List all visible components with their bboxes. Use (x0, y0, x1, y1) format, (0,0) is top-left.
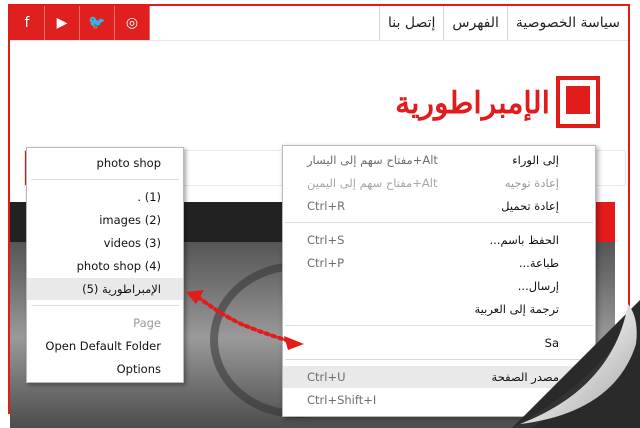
shortcut-text: Ctrl+U (307, 370, 346, 384)
menu-item-send[interactable]: إرسال... (283, 275, 595, 297)
menu-item-forward[interactable]: مفتاح سهم إلى اليمين+Alt إعادة توجيه (283, 172, 595, 194)
menu-item-page: Page (133, 316, 161, 330)
shortcut-text: مفتاح سهم إلى اليمين+Alt (307, 176, 438, 190)
shortcut-text: Ctrl+Shift+I (307, 393, 377, 407)
red-border-right (628, 4, 630, 334)
menu-separator (31, 179, 179, 180)
shortcut-text: Ctrl+S (307, 233, 345, 247)
menu-item-options[interactable]: Options (27, 358, 183, 380)
top-nav: سياسة الخصوصية الفهرس إتصل بنا (379, 6, 628, 40)
shortcut-text: مفتاح سهم إلى اليسار+Alt (307, 153, 438, 167)
save-folder-menu: photo shop . (1) images (2) videos (3) p… (26, 147, 184, 383)
nav-item-index[interactable]: الفهرس (443, 6, 507, 40)
menu-item-back[interactable]: مفتاح سهم إلى اليسار+Alt إلى الوراء (283, 149, 595, 171)
nav-item-contact[interactable]: إتصل بنا (379, 6, 443, 40)
web-page: f ▶ 🐦 ◎ سياسة الخصوصية الفهرس إتصل بنا ا… (0, 0, 640, 428)
menu-item-save-as[interactable]: Ctrl+S الحفظ باسم... (283, 229, 595, 251)
shortcut-text: Ctrl+R (307, 199, 346, 213)
youtube-icon[interactable]: ▶ (45, 6, 80, 40)
shortcut-text: Ctrl+P (307, 256, 345, 270)
menu-item-folder-1[interactable]: . (1) (27, 186, 183, 208)
menu-item-label: طباعة... (518, 256, 559, 270)
social-links: f ▶ 🐦 ◎ (10, 6, 150, 40)
nav-item-privacy[interactable]: سياسة الخصوصية (506, 6, 628, 40)
menu-separator (285, 222, 593, 223)
twitter-icon[interactable]: 🐦 (80, 6, 115, 40)
menu-item-open-default-folder[interactable]: Open Default Folder (27, 335, 183, 357)
menu-item-label: الحفظ باسم... (489, 233, 559, 247)
logo-text: الإمبراطورية (395, 86, 551, 121)
menu-item-photo-shop[interactable]: photo shop (27, 152, 183, 174)
menu-item-label: إعادة تحميل (501, 199, 559, 213)
menu-item-label: إلى الوراء (512, 153, 559, 167)
page-curl (512, 300, 640, 428)
menu-item-folder-2[interactable]: images (2) (27, 209, 183, 231)
instagram-icon[interactable]: ◎ (115, 6, 150, 40)
site-logo[interactable]: الإمبراطورية (395, 72, 600, 134)
menu-separator (31, 305, 179, 306)
site-header: f ▶ 🐦 ◎ سياسة الخصوصية الفهرس إتصل بنا (10, 6, 628, 41)
menu-item-folder-3[interactable]: videos (3) (27, 232, 183, 254)
logo-mark (556, 76, 600, 128)
menu-item-reload[interactable]: Ctrl+R إعادة تحميل (283, 195, 595, 217)
menu-item-label: إرسال... (517, 279, 559, 293)
dotted-arrow-icon (186, 290, 304, 350)
menu-item-print[interactable]: Ctrl+P طباعة... (283, 252, 595, 274)
menu-item-folder-4[interactable]: photo shop (4) (27, 255, 183, 277)
menu-item-folder-5[interactable]: الإمبراطورية (5) (27, 278, 183, 300)
facebook-icon[interactable]: f (10, 6, 45, 40)
menu-item-label: إعادة توجيه (504, 176, 559, 190)
